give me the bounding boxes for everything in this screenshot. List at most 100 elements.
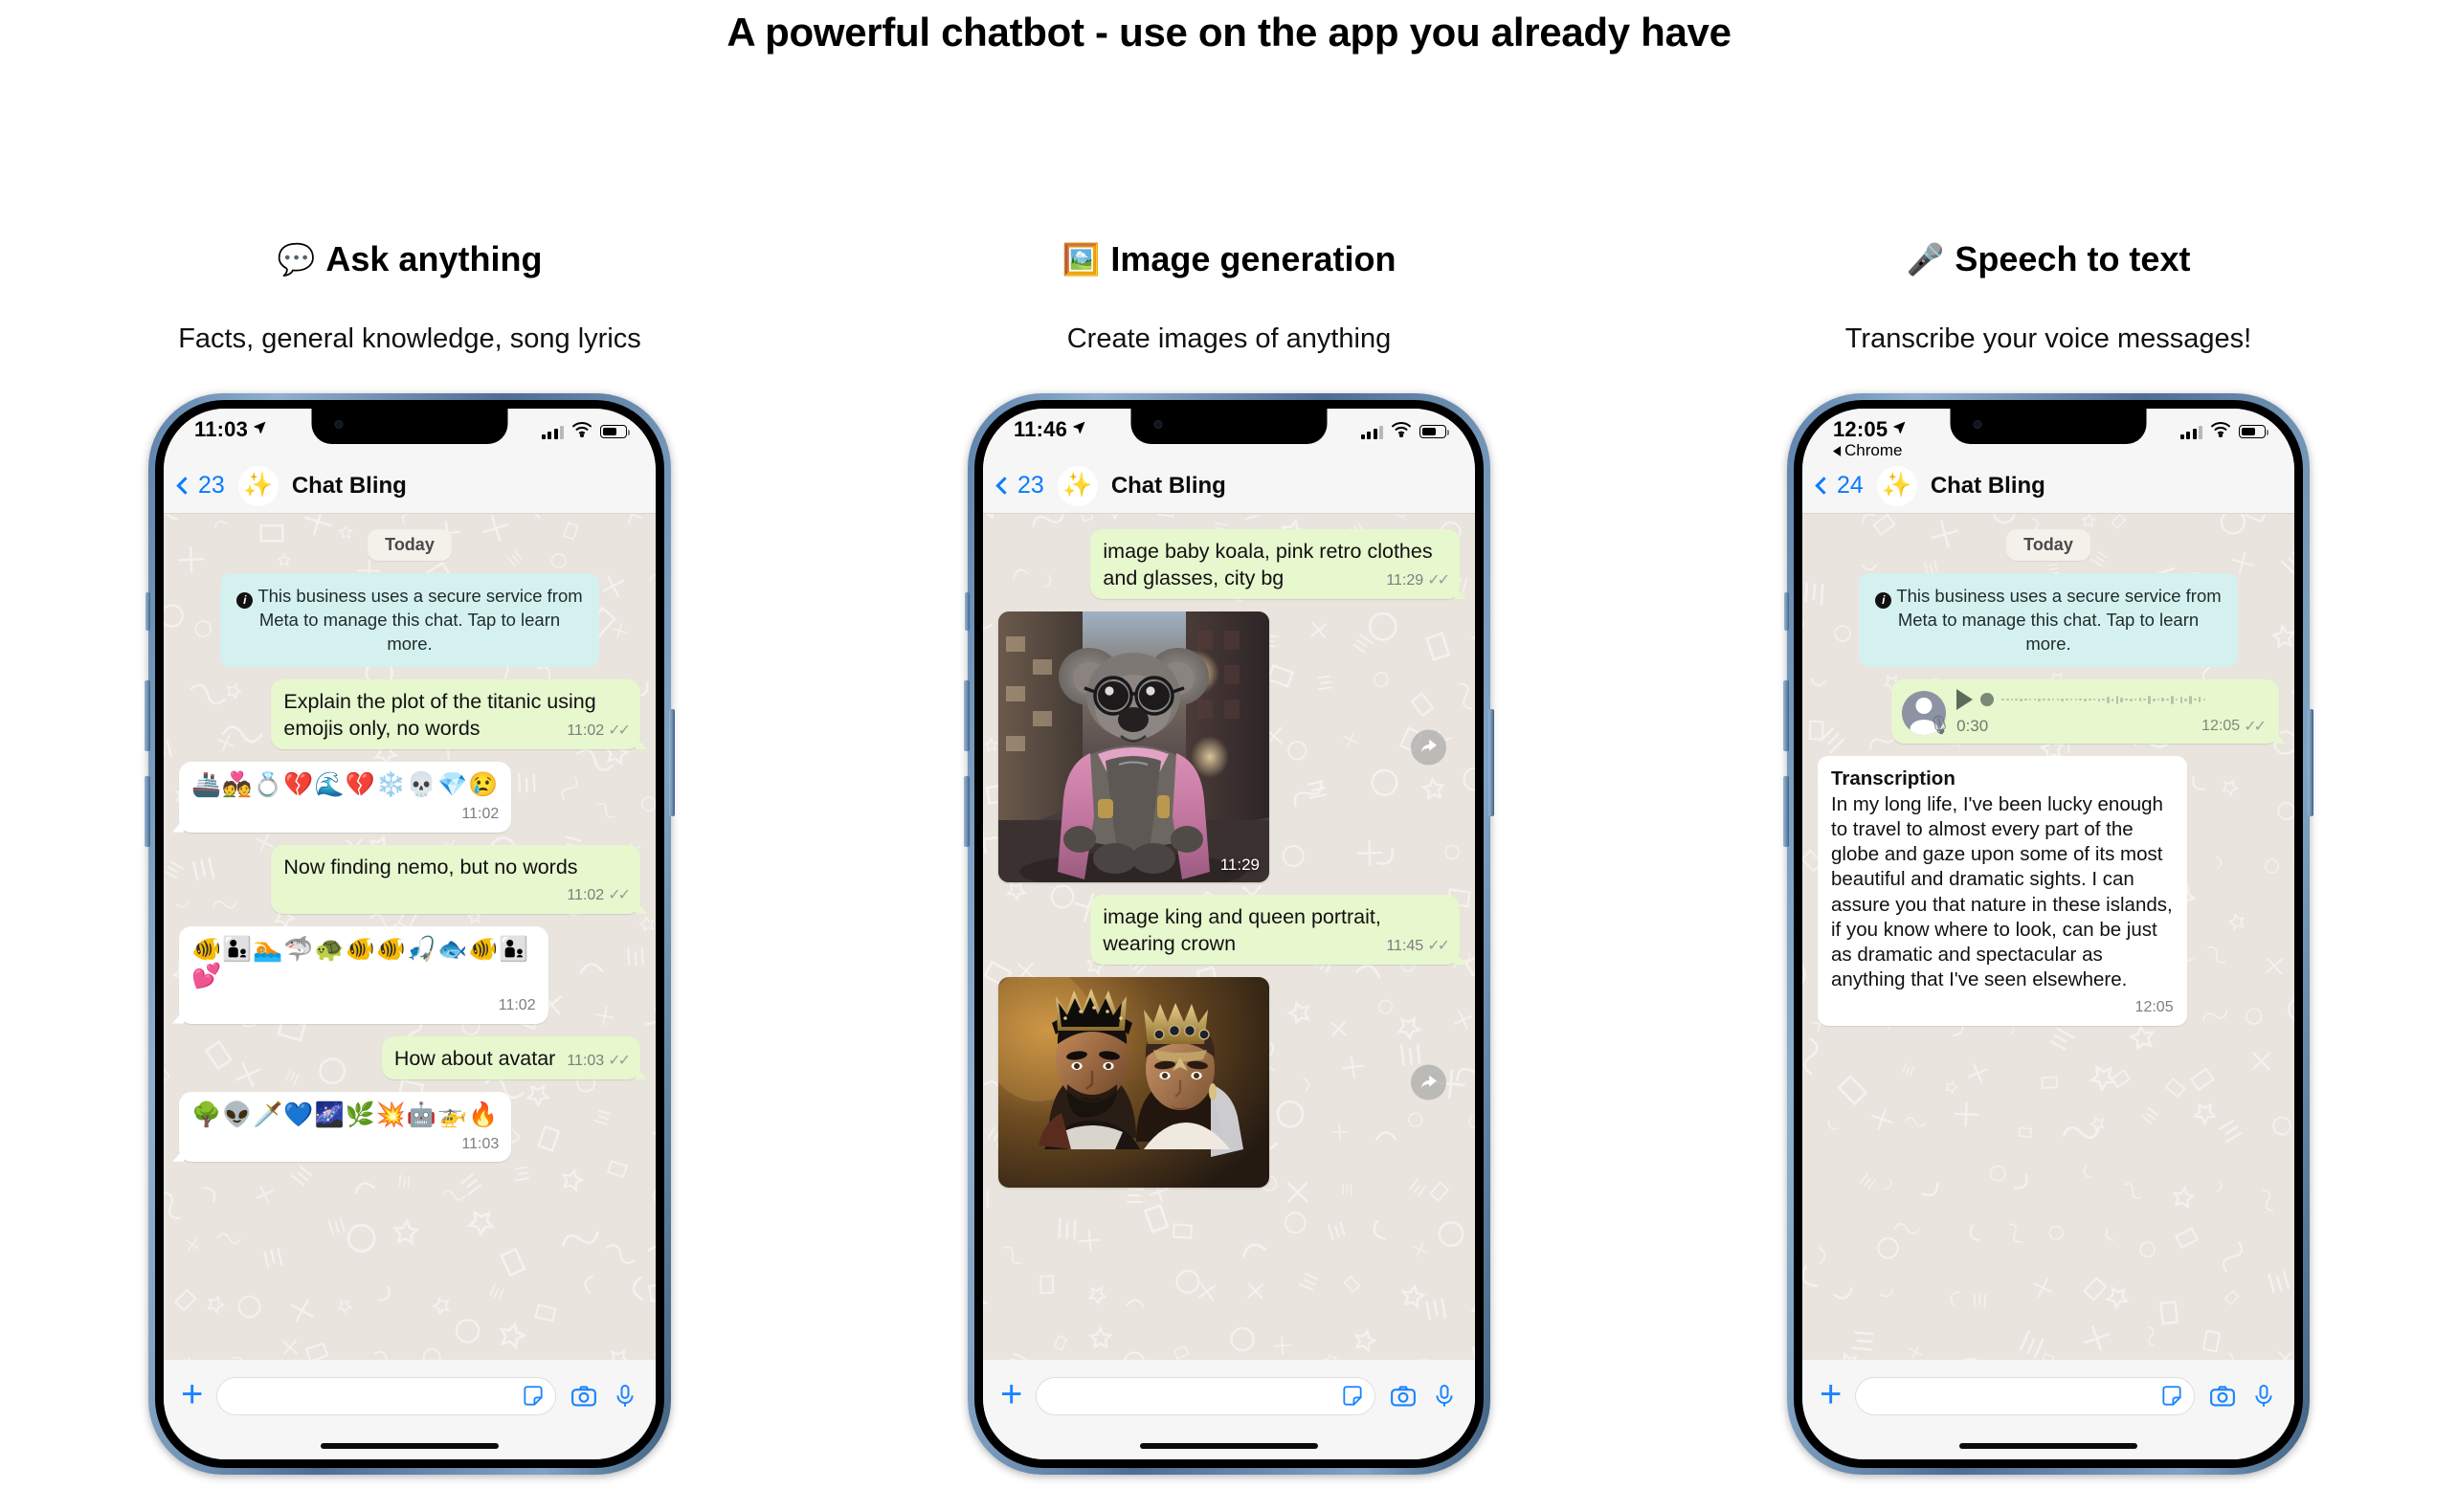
phone-mockup: 11:03 23 ✨ Chat Bling Today i This business us… (145, 393, 675, 1475)
sticker-icon[interactable] (1340, 1384, 1365, 1409)
avatar[interactable]: ✨ (237, 465, 279, 506)
volume-down-button[interactable] (964, 776, 970, 847)
message-row: How about avatar 11:03 ✓✓ (179, 1035, 640, 1080)
avatar[interactable]: ✨ (1057, 465, 1098, 506)
chat-message-list[interactable]: Today i This business uses a secure servic… (164, 514, 656, 1360)
chevron-left-icon (176, 477, 194, 495)
chat-message-list[interactable]: Today i This business uses a secure servic… (1802, 514, 2294, 1360)
sticker-icon[interactable] (521, 1384, 546, 1409)
phone-mockup: 11:46 23 ✨ Chat Bling image baby koala, pink… (964, 393, 1494, 1475)
playhead-handle[interactable] (1980, 693, 1995, 707)
attach-plus-icon[interactable]: + (1000, 1375, 1022, 1413)
chat-bubble[interactable]: How about avatar 11:03 ✓✓ (381, 1035, 640, 1080)
voice-note-bubble[interactable]: 🎙 0:30 12:05 ✓✓ (1891, 679, 2279, 745)
transcription-bubble[interactable]: Transcription In my long life, I've been … (1818, 756, 2187, 1026)
message-row: 🌳👽🗡️💙🌌🌿💥🤖🚁🔥 11:03 (179, 1092, 640, 1163)
mute-switch[interactable] (145, 592, 150, 631)
volume-up-button[interactable] (1783, 680, 1789, 751)
message-input[interactable] (1036, 1377, 1375, 1415)
chat-bubble[interactable]: 🐠👨‍👦🏊🦈🐢🐠🐠🎣🐟🐠👨‍👦💕 11:02 (179, 925, 548, 1024)
chat-title[interactable]: Chat Bling (292, 473, 407, 500)
back-button[interactable]: 23 (995, 472, 1044, 500)
read-receipt-icon: ✓✓ (1427, 571, 1450, 589)
return-to-app-indicator[interactable]: Chrome (1833, 441, 1907, 460)
camera-icon[interactable] (2208, 1382, 2237, 1411)
read-receipt-icon: ✓✓ (608, 722, 631, 739)
volume-down-button[interactable] (145, 776, 150, 847)
chat-title[interactable]: Chat Bling (1931, 473, 2045, 500)
chat-header: 24 ✨ Chat Bling (1802, 458, 2294, 514)
voice-duration: 0:30 (1956, 717, 1989, 736)
battery-icon (600, 425, 631, 438)
power-button[interactable] (1488, 709, 1494, 816)
microphone-icon: 🎤 (1906, 242, 1945, 277)
battery-icon (2239, 425, 2269, 438)
microphone-icon[interactable] (612, 1383, 638, 1410)
volume-down-button[interactable] (1783, 776, 1789, 847)
microphone-icon[interactable] (1431, 1383, 1458, 1410)
message-meta: 11:03 ✓✓ (567, 1052, 631, 1071)
cellular-signal-icon (2179, 425, 2202, 439)
generated-image-message[interactable] (998, 977, 1269, 1189)
forward-icon[interactable] (1411, 1064, 1446, 1101)
mute-switch[interactable] (1784, 592, 1789, 631)
message-text: How about avatar (393, 1046, 556, 1070)
avatar[interactable]: ✨ (1876, 465, 1917, 506)
microphone-icon[interactable] (2250, 1383, 2277, 1410)
wifi-icon (2210, 421, 2231, 442)
volume-up-button[interactable] (145, 680, 150, 751)
attach-plus-icon[interactable]: + (1820, 1375, 1842, 1413)
power-button[interactable] (669, 709, 675, 816)
status-time: 11:03 (194, 417, 249, 441)
phone-screen: 11:03 23 ✨ Chat Bling Today i This business us… (164, 409, 656, 1459)
voice-time: 12:05 (2201, 718, 2241, 735)
image-time: 11:29 (1219, 856, 1260, 875)
chat-bubble[interactable]: Now finding nemo, but no words 11:02 ✓✓ (271, 844, 640, 914)
home-indicator[interactable] (164, 1433, 656, 1459)
chat-bubble[interactable]: image baby koala, pink retro clothes and… (1090, 529, 1460, 600)
voice-message-row: 🎙 0:30 12:05 ✓✓ (1818, 679, 2279, 745)
message-text: Explain the plot of the titanic using em… (283, 690, 596, 740)
message-time: 11:03 (461, 1135, 500, 1152)
message-row: image king and queen portrait, wearing c… (998, 895, 1460, 966)
chat-bubble[interactable]: Explain the plot of the titanic using em… (271, 679, 640, 750)
play-button[interactable] (1956, 689, 1974, 711)
message-row: 🐠👨‍👦🏊🦈🐢🐠🐠🎣🐟🐠👨‍👦💕 11:02 (179, 925, 640, 1024)
power-button[interactable] (2308, 709, 2313, 816)
camera-icon[interactable] (1389, 1382, 1418, 1411)
notch (311, 409, 508, 444)
home-indicator[interactable] (1802, 1433, 2294, 1459)
chat-bubble[interactable]: 🌳👽🗡️💙🌌🌿💥🤖🚁🔥 11:03 (179, 1092, 512, 1163)
waveform[interactable] (2001, 694, 2266, 706)
back-button[interactable]: 23 (176, 472, 225, 500)
security-notice-text: This business uses a secure service from… (257, 586, 583, 654)
chat-header: 23 ✨ Chat Bling (164, 458, 656, 514)
message-text: image king and queen portrait, wearing c… (1103, 905, 1381, 955)
sticker-icon[interactable] (2159, 1384, 2184, 1409)
business-security-notice[interactable]: i This business uses a secure service fro… (220, 573, 599, 668)
feature-column-2: 🖼️ Image generation Create images of anyth… (819, 237, 1639, 1501)
generated-image-message[interactable]: 11:29 (998, 611, 1269, 883)
back-button[interactable]: 24 (1815, 472, 1864, 500)
unread-count: 23 (198, 472, 225, 499)
framed-picture-icon: 🖼️ (1061, 242, 1101, 277)
notch (1130, 409, 1328, 444)
home-indicator[interactable] (983, 1433, 1475, 1459)
chat-bubble[interactable]: 🚢💑💍💔🌊💔❄️💀💎😢 11:02 (179, 762, 512, 833)
chat-message-list[interactable]: image baby koala, pink retro clothes and… (983, 514, 1475, 1360)
chat-bubble[interactable]: image king and queen portrait, wearing c… (1090, 895, 1460, 966)
camera-icon[interactable] (570, 1382, 598, 1411)
attach-plus-icon[interactable]: + (181, 1375, 203, 1413)
message-input[interactable] (1855, 1377, 2195, 1415)
message-input[interactable] (216, 1377, 556, 1415)
message-row: Now finding nemo, but no words 11:02 ✓✓ (179, 844, 640, 914)
message-time: 11:29 (1386, 571, 1424, 589)
forward-icon[interactable] (1411, 729, 1446, 766)
mute-switch[interactable] (965, 592, 970, 631)
chat-title[interactable]: Chat Bling (1111, 473, 1226, 500)
emoji-message-text: 🌳👽🗡️💙🌌🌿💥🤖🚁🔥 (191, 1101, 500, 1129)
page-title: A powerful chatbot - use on the app you … (726, 10, 1732, 55)
business-security-notice[interactable]: i This business uses a secure service fro… (1859, 573, 2238, 668)
chevron-left-icon (1815, 477, 1833, 495)
volume-up-button[interactable] (964, 680, 970, 751)
